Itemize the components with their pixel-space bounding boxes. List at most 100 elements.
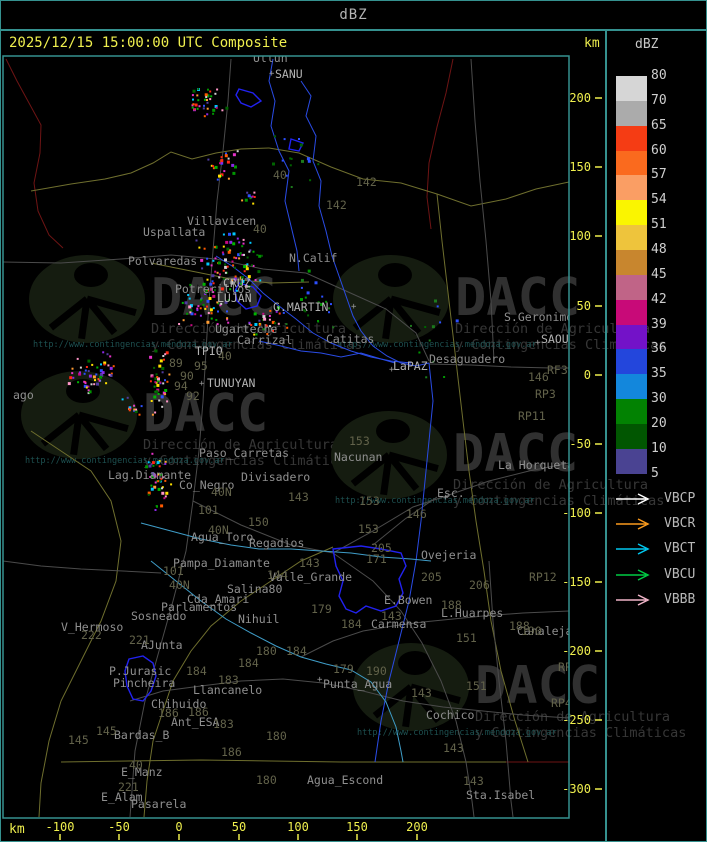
route-label: RP3 xyxy=(535,387,556,401)
scale-color-box xyxy=(616,100,647,127)
scale-tick-label: 20 xyxy=(651,415,667,431)
route-label: 40N xyxy=(169,578,190,592)
vector-legend-row: VBBB xyxy=(614,592,695,607)
scale-color-box xyxy=(616,150,647,176)
route-label: 143 xyxy=(288,490,309,504)
scale-color-box xyxy=(616,225,647,251)
right-axis-tick-label: -50 xyxy=(569,437,591,451)
scale-tick-label: 60 xyxy=(651,142,667,158)
panel-divider xyxy=(605,29,607,841)
vector-arrow-icon xyxy=(616,594,650,606)
scale-tick-label: 51 xyxy=(651,217,667,233)
vector-legend-label: VBCT xyxy=(664,541,696,557)
place-label: S.Geronimo xyxy=(504,310,573,324)
place-label: Esc. xyxy=(437,486,465,500)
route-label: 184 xyxy=(286,644,307,658)
route-label: 186 xyxy=(221,745,242,759)
km-axis-unit-bottom: km xyxy=(9,822,25,837)
scale-tick-label: 42 xyxy=(651,291,667,307)
bottom-axis-km: -100 -50 0 50 100 150 200 km xyxy=(9,820,428,840)
window-title: dBZ xyxy=(1,1,706,31)
station-marker: + xyxy=(199,379,205,389)
vector-legend-row: VBCP xyxy=(614,491,695,506)
route-label: 153 xyxy=(358,522,379,536)
scale-tick-label: 30 xyxy=(651,391,667,407)
route-label: 92 xyxy=(186,389,200,403)
vector-legend-row: VBCR xyxy=(614,516,695,531)
scale-color-box xyxy=(616,324,647,350)
radar-map: DACCDirección de Agriculturay Contingenc… xyxy=(2,51,686,840)
svg-text:http://www.contingencias.mendo: http://www.contingencias.mendoza.gov.ar xyxy=(357,728,557,738)
scale-color-box xyxy=(616,274,647,301)
place-label: Bardas_B xyxy=(114,728,169,742)
right-axis-tick-label: -200 xyxy=(562,644,591,658)
route-label: 101 xyxy=(163,564,184,578)
place-label: Divisadero xyxy=(241,470,310,484)
place-label: Polvaredas xyxy=(128,254,197,268)
place-label: Nacunan xyxy=(334,450,382,464)
route-label: 180 xyxy=(256,773,277,787)
route-label: 142 xyxy=(356,175,377,189)
place-label: Regadios xyxy=(249,536,304,550)
place-label: Catitas xyxy=(326,332,374,346)
vector-legend-row: VBCT xyxy=(614,541,695,556)
route-label: 95 xyxy=(194,359,208,373)
route-label: 153 xyxy=(349,434,370,448)
route-label: 145 xyxy=(96,724,117,738)
route-label: 40 xyxy=(273,168,287,182)
route-label: 40 xyxy=(218,349,232,363)
scale-color-box xyxy=(616,399,647,425)
scale-color-box xyxy=(616,175,647,201)
vector-arrow-icon xyxy=(616,568,650,581)
right-axis-tick-label: -300 xyxy=(562,782,591,796)
vector-arrow-icon xyxy=(616,543,650,556)
route-label: 184 xyxy=(186,664,207,678)
bottom-axis-tick-label: 150 xyxy=(346,820,368,834)
place-label: Ullun xyxy=(253,51,288,65)
place-label: Sta.Isabel xyxy=(466,788,535,802)
route-label: RP12 xyxy=(529,570,557,584)
scale-tick-label: 48 xyxy=(651,241,667,257)
right-axis-tick-label: 150 xyxy=(569,160,591,174)
route-label: 190 xyxy=(366,664,387,678)
place-label: CRUZ xyxy=(223,276,251,290)
route-label: 40N xyxy=(208,523,229,537)
place-label: N.Calif xyxy=(289,251,337,265)
place-label: Cochico xyxy=(426,708,475,722)
place-label: E.Bowen xyxy=(384,593,432,607)
place-label: Pincheira xyxy=(113,676,175,690)
radar-app-window: dBZ 2025/12/15 15:00:00 UTC Composite km… xyxy=(0,0,707,842)
bottom-axis-tick-label: 0 xyxy=(175,820,182,834)
scale-color-box xyxy=(616,423,647,450)
route-label: 151 xyxy=(466,679,487,693)
right-axis-tick-label: 100 xyxy=(569,229,591,243)
route-label: RF3 xyxy=(547,363,568,377)
place-label: Pasarela xyxy=(131,797,186,811)
vector-arrow-icon xyxy=(616,518,650,530)
route-label: 146 xyxy=(406,507,427,521)
scale-tick-label: 70 xyxy=(651,92,667,108)
route-label: 179 xyxy=(311,602,332,616)
bottom-axis-tick-label: 100 xyxy=(287,820,309,834)
station-marker: + xyxy=(351,302,357,312)
station-marker: + xyxy=(317,675,323,685)
place-label: Pampa_Diamante xyxy=(173,556,270,570)
route-label: 40 xyxy=(129,758,143,772)
bottom-axis-tick-label: -100 xyxy=(46,820,75,834)
place-label: Uspallata xyxy=(143,225,205,239)
route-label: 142 xyxy=(326,198,347,212)
place-label: Nihuil xyxy=(238,612,280,626)
place-label: Desaguadero xyxy=(429,352,505,366)
scale-tick-label: 54 xyxy=(651,192,667,208)
vector-legend-label: VBCP xyxy=(664,491,696,506)
vector-legend-label: VBBB xyxy=(664,591,696,607)
place-label: Agua_Escond xyxy=(307,773,383,787)
scale-color-box xyxy=(616,448,647,475)
route-label: 151 xyxy=(456,631,477,645)
vector-legend-label: VBCU xyxy=(664,566,696,582)
place-label: ago xyxy=(13,388,34,402)
route-label: 221 xyxy=(118,780,139,794)
route-label: 40 xyxy=(253,222,267,236)
svg-text:DACC: DACC xyxy=(475,656,600,716)
place-label: Ovejeria xyxy=(421,548,476,562)
